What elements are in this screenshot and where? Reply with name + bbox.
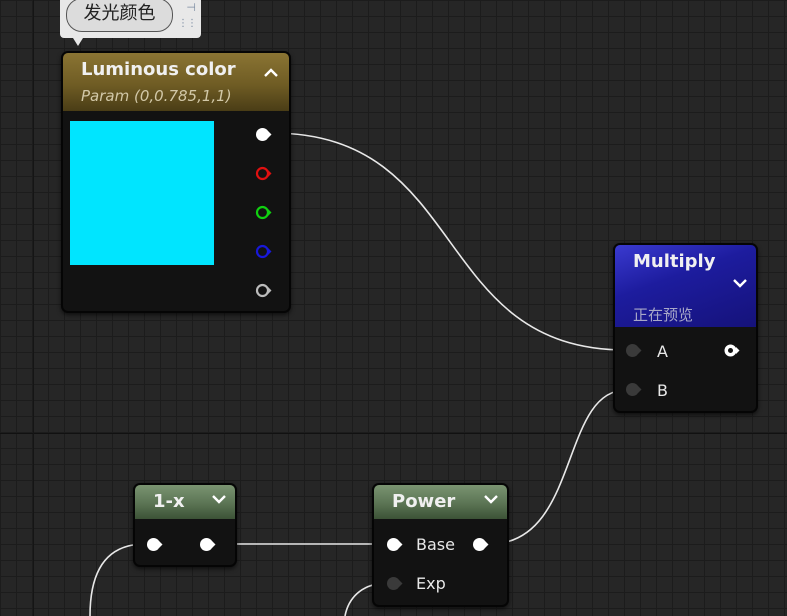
chevron-down-icon[interactable] [211,493,227,505]
input-pin[interactable] [146,536,163,553]
node-one-minus[interactable]: 1-x [133,483,237,567]
output-pin-b[interactable] [255,243,272,260]
input-label-exp: Exp [416,574,446,593]
pin-icon[interactable]: ⊣ [186,1,196,14]
output-pin-a[interactable] [255,282,272,299]
chevron-down-icon[interactable] [483,493,499,505]
grid-major-line-horizontal [0,433,787,434]
output-pin[interactable] [472,536,489,553]
node-power[interactable]: Power Base Exp [372,483,509,607]
input-pin-exp[interactable] [386,575,403,592]
output-pin[interactable] [199,536,216,553]
dots-icon[interactable]: ⋮⋮ [178,18,197,29]
chevron-up-icon[interactable] [263,67,279,79]
input-pin-b[interactable] [625,381,642,398]
node-title: Luminous color [81,59,236,80]
node-header[interactable]: 1-x [135,485,235,519]
node-header[interactable]: Multiply 正在预览 [615,245,756,327]
output-pin[interactable] [723,342,740,359]
node-title: 1-x [153,491,185,512]
comment-text[interactable]: 发光颜色 [66,0,173,32]
comment-bubble[interactable]: 发光颜色 ⊣ ⋮⋮ [60,0,201,46]
input-pin-a[interactable] [625,342,642,359]
output-pin-rgba[interactable] [255,126,272,143]
wire-luminous-to-multiply-a [271,132,627,351]
node-header[interactable]: Power [374,485,507,519]
wire-power-to-multiply-b [489,389,627,545]
node-title: Power [392,491,456,512]
node-title: Multiply [633,251,716,272]
node-subtitle: Param (0,0.785,1,1) [81,87,232,105]
preview-status: 正在预览 [633,306,694,324]
chevron-down-icon[interactable] [732,277,748,289]
color-swatch [70,121,214,265]
output-pin-r[interactable] [255,165,272,182]
node-header[interactable]: Luminous color Param (0,0.785,1,1) [63,53,289,111]
input-pin-base[interactable] [386,536,403,553]
output-pin-g[interactable] [255,204,272,221]
node-multiply[interactable]: Multiply 正在预览 A B [613,243,758,413]
grid-major-line-vertical [33,0,34,616]
input-label-b: B [657,381,668,400]
input-label-base: Base [416,535,455,554]
input-label-a: A [657,342,668,361]
node-luminous-color[interactable]: Luminous color Param (0,0.785,1,1) [61,51,291,313]
